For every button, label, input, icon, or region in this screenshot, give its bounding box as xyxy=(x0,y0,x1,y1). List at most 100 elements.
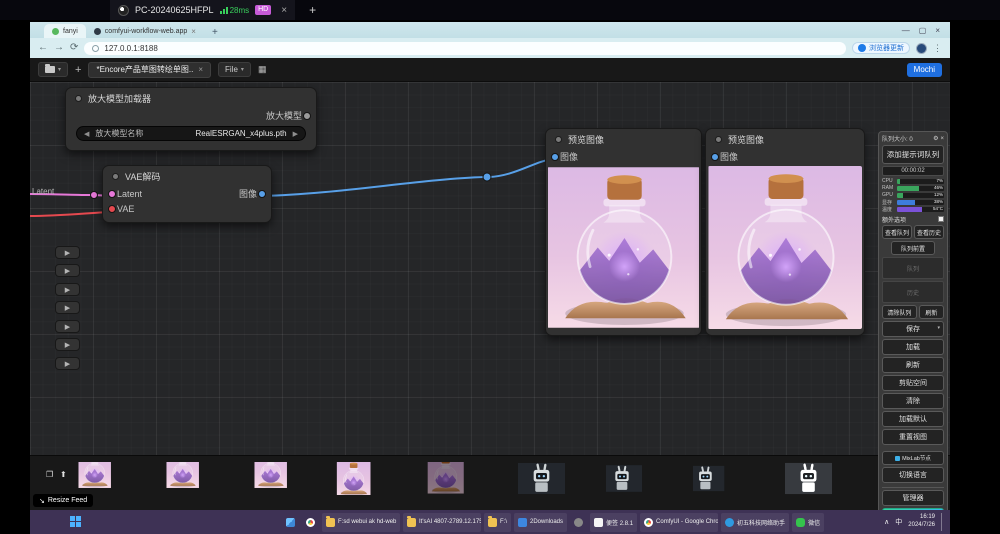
rdp-tab-close-icon[interactable]: × xyxy=(281,5,287,16)
collapsed-node[interactable]: ▶ xyxy=(55,338,80,351)
feed-mode-icon[interactable]: ❐ xyxy=(46,470,53,479)
collapsed-node[interactable]: ▶ xyxy=(55,283,80,296)
settings-button[interactable] xyxy=(570,513,587,532)
forward-icon[interactable]: → xyxy=(54,43,64,53)
workflow-folder-button[interactable]: ▾ xyxy=(38,62,68,77)
reload-icon[interactable]: ⟳ xyxy=(70,43,78,53)
save-button[interactable]: 保存▾ xyxy=(882,321,944,337)
taskbar-window[interactable]: 微信 xyxy=(792,513,824,532)
feed-thumbnail[interactable] xyxy=(606,462,646,495)
load-button[interactable]: 加载 xyxy=(882,339,944,355)
browser-update-pill[interactable]: 浏览器更新 xyxy=(852,42,910,54)
reset-view-button[interactable]: 重置视图 xyxy=(882,429,944,445)
site-info-icon[interactable] xyxy=(92,45,99,52)
taskbar-window[interactable]: 初五科技网络助手 xyxy=(721,513,789,532)
feed-thumbnail[interactable] xyxy=(336,462,389,495)
vae-input-slot[interactable] xyxy=(108,205,116,213)
tab2-close-icon[interactable]: × xyxy=(191,27,196,36)
resize-feed-button[interactable]: ↘ Resize Feed xyxy=(33,494,93,507)
node-upscale-model-loader[interactable]: 放大模型加载器 放大模型 ◀ 放大模型名称 RealESRGAN_x4plus.… xyxy=(65,87,317,151)
feed-thumbnail[interactable] xyxy=(785,462,832,495)
manager-button[interactable]: 管理器 xyxy=(882,490,944,506)
collapsed-node[interactable]: ▶ xyxy=(55,301,80,314)
refresh-queue-button[interactable]: 刷新 xyxy=(919,305,944,319)
browser-new-tab-button[interactable]: + xyxy=(212,27,218,38)
collapsed-node[interactable]: ▶ xyxy=(55,320,80,333)
collapse-dot-icon[interactable] xyxy=(75,95,82,102)
taskbar-window[interactable]: 便签 2.8.1 xyxy=(590,513,637,532)
output-slot[interactable] xyxy=(303,112,311,120)
node-vae-decode[interactable]: VAE解码 Latent 图像 VAE xyxy=(102,165,272,223)
feed-thumbnail[interactable] xyxy=(248,462,301,495)
browser-menu-icon[interactable]: ⋮ xyxy=(933,43,942,54)
workflow-grid-icon[interactable]: ▦ xyxy=(258,64,267,75)
tray-expand-icon[interactable]: ∧ xyxy=(884,518,889,526)
chevron-down-icon[interactable]: ▾ xyxy=(937,325,940,331)
feed-thumbnail[interactable] xyxy=(423,462,476,495)
next-arrow-icon[interactable]: ▶ xyxy=(293,130,298,138)
window-minimize-icon[interactable]: — xyxy=(902,26,910,35)
node-preview-image-2[interactable]: 预览图像 图像 xyxy=(705,128,865,336)
feed-up-icon[interactable]: ⬆ xyxy=(60,470,67,479)
browser-tab-2[interactable]: comfyui-workflow-web.app × xyxy=(86,24,204,38)
collapsed-node[interactable]: ▶ xyxy=(55,357,80,370)
collapsed-node[interactable]: ▶ xyxy=(55,264,80,277)
latent-input-slot[interactable] xyxy=(108,190,116,198)
view-queue-button[interactable]: 查看队列 xyxy=(882,225,912,239)
feed-thumbnail[interactable] xyxy=(518,462,565,495)
taskbar-window[interactable]: It'sAI 4807-2789.12.1756 xyxy=(403,513,481,532)
view-history-button[interactable]: 查看历史 xyxy=(914,225,944,239)
feed-thumbnail[interactable] xyxy=(693,462,731,495)
workflow-tab[interactable]: *Encore产品草图转绘单图.. × xyxy=(88,62,211,78)
clipspace-button[interactable]: 剪贴空间 xyxy=(882,375,944,391)
clear-queue-button[interactable]: 清除队列 xyxy=(882,305,917,319)
collapse-dot-icon[interactable] xyxy=(112,173,119,180)
workflow-tab-close-icon[interactable]: × xyxy=(198,65,203,74)
window-maximize-icon[interactable]: ▢ xyxy=(919,26,927,35)
collapse-dot-icon[interactable] xyxy=(555,136,562,143)
switch-language-button[interactable]: 切换语言 xyxy=(882,467,944,483)
profile-avatar[interactable] xyxy=(916,43,927,54)
taskbar-clock[interactable]: 16:19 2024/7/26 xyxy=(908,514,935,530)
taskbar-window[interactable]: ComfyUI - Google Chro... xyxy=(640,513,718,532)
chrome-button[interactable] xyxy=(302,513,319,532)
address-bar[interactable]: 127.0.0.1:8188 xyxy=(84,42,846,55)
model-name-widget[interactable]: ◀ 放大模型名称 RealESRGAN_x4plus.pth ▶ xyxy=(76,126,306,141)
node-preview-image-1[interactable]: 预览图像 图像 xyxy=(545,128,702,336)
queue-front-button[interactable]: 队列前置 xyxy=(891,241,934,255)
refresh-button[interactable]: 刷新 xyxy=(882,357,944,373)
back-icon[interactable]: ← xyxy=(38,43,48,53)
settings-gear-icon[interactable]: ⚙ xyxy=(933,135,938,142)
load-default-button[interactable]: 加载默认 xyxy=(882,411,944,427)
mochi-button[interactable]: Mochi xyxy=(907,63,942,77)
collapsed-node[interactable]: ▶ xyxy=(55,246,80,259)
rdp-new-tab-button[interactable]: + xyxy=(309,3,316,17)
start-button[interactable] xyxy=(70,516,82,528)
rdp-session-tab[interactable]: PC-20240625HFPL 28ms HD × xyxy=(110,0,295,20)
image-input-slot[interactable] xyxy=(711,153,719,161)
new-workflow-button[interactable]: + xyxy=(75,64,81,76)
signal-icon xyxy=(220,7,228,14)
browser-tab-1[interactable]: fanyi xyxy=(44,24,86,38)
file-menu-button[interactable]: File ▾ xyxy=(218,62,251,77)
window-close-icon[interactable]: × xyxy=(935,26,940,35)
clear-button[interactable]: 清除 xyxy=(882,393,944,409)
feed-thumbnail[interactable] xyxy=(72,462,125,495)
taskbar-window[interactable]: F:\ xyxy=(484,513,511,532)
image-input-slot[interactable] xyxy=(551,153,559,161)
mixlab-nodes-button[interactable]: MixLab节点 xyxy=(882,451,944,465)
node-canvas[interactable]: Latent ▶ ▶ ▶ ▶ ▶ ▶ ▶ 放大模型加载器 放大模型 ◀ 放大模型… xyxy=(30,82,950,455)
prev-arrow-icon[interactable]: ◀ xyxy=(84,130,89,138)
task-view-button[interactable] xyxy=(282,513,299,532)
collapse-dot-icon[interactable] xyxy=(715,136,722,143)
queue-prompt-button[interactable]: 添加提示词队列 xyxy=(882,145,944,164)
taskbar-window[interactable]: F:sd webui ak hd-web xyxy=(322,513,400,532)
extra-options-checkbox[interactable] xyxy=(938,216,944,222)
image-output-slot[interactable] xyxy=(258,190,266,198)
menu-close-icon[interactable]: × xyxy=(940,136,944,142)
notes-icon xyxy=(594,518,603,527)
ime-language-indicator[interactable]: 中 xyxy=(895,517,902,527)
feed-thumbnail[interactable] xyxy=(160,462,213,495)
show-desktop-button[interactable] xyxy=(941,513,944,531)
taskbar-window[interactable]: 2Downloads xyxy=(514,513,567,532)
